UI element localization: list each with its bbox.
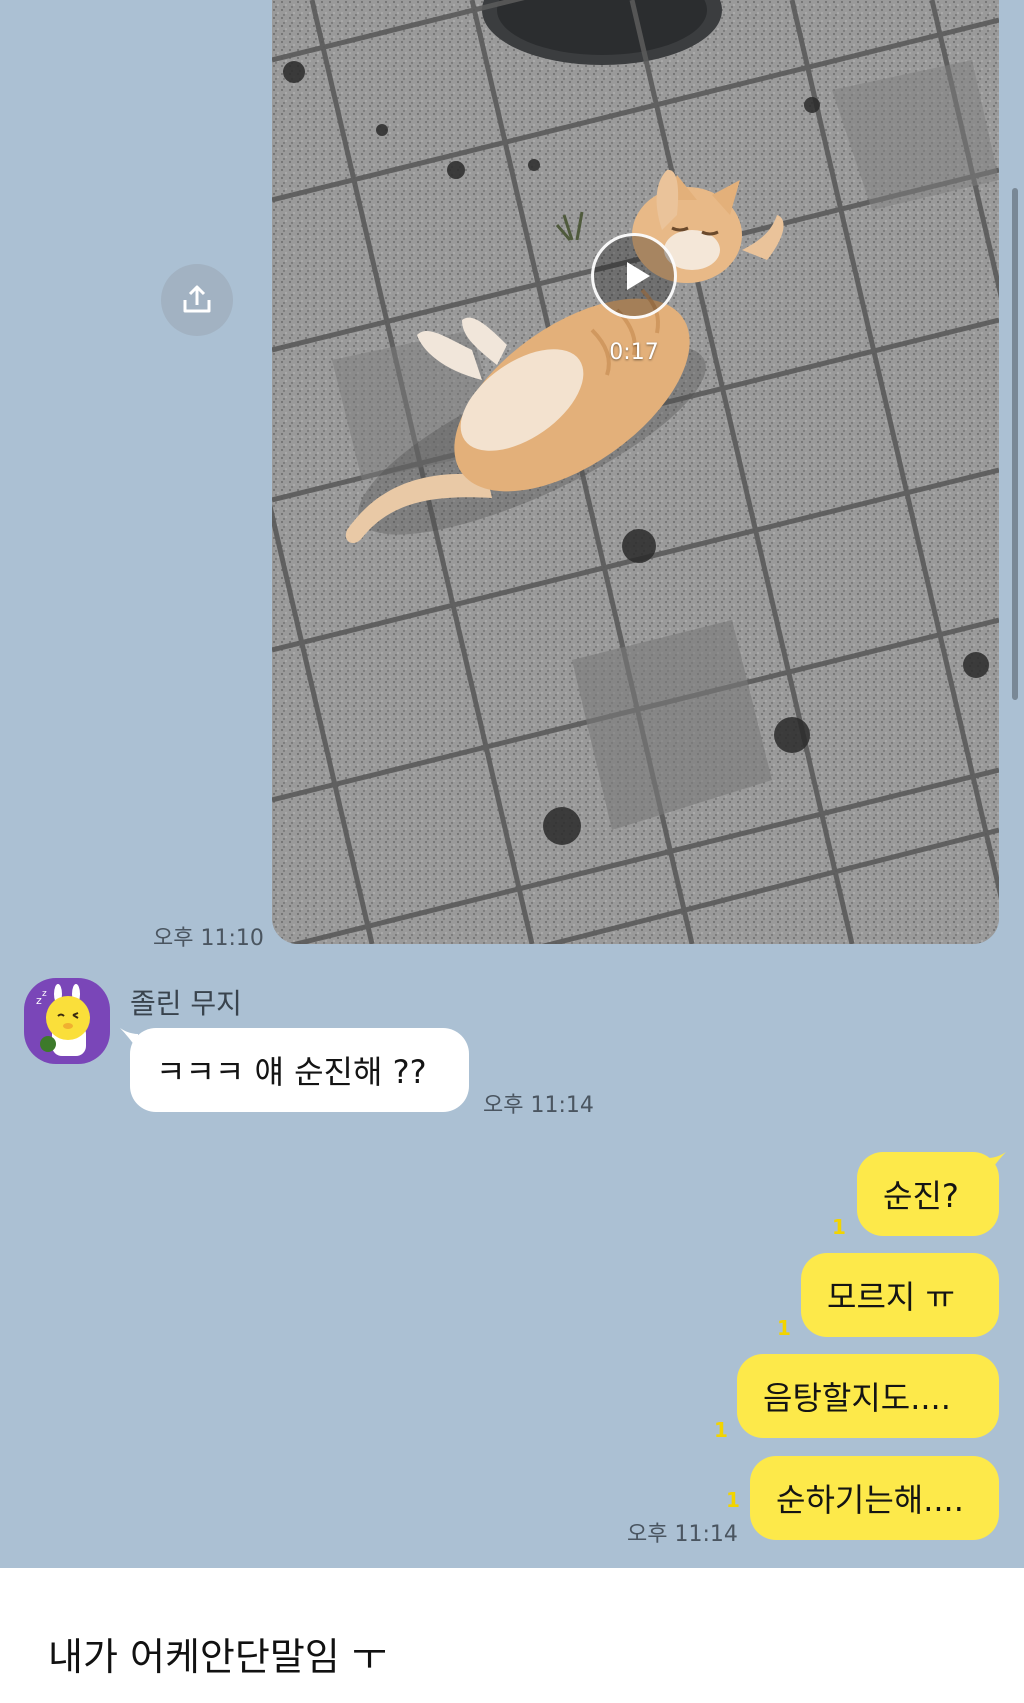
outgoing-message-text: 모르지 ㅠ: [827, 1278, 955, 1316]
outgoing-message-bubble[interactable]: 순진?: [857, 1152, 999, 1236]
video-thumbnail[interactable]: [272, 0, 999, 944]
share-button[interactable]: [161, 264, 233, 336]
incoming-message-time: 오후 11:14: [483, 1093, 594, 1118]
share-upload-icon: [183, 285, 211, 313]
unread-count: 1: [832, 1215, 846, 1239]
play-icon: [627, 262, 650, 290]
video-duration: 0:17: [609, 340, 659, 365]
outgoing-message-bubble[interactable]: 음탕할지도....: [737, 1354, 999, 1438]
outgoing-message-time: 오후 11:14: [627, 1522, 738, 1547]
unread-count: 1: [726, 1488, 740, 1512]
svg-text:z: z: [42, 989, 47, 999]
outgoing-message-bubble[interactable]: 순하기는해....: [750, 1456, 999, 1540]
outgoing-message-bubble[interactable]: 모르지 ㅠ: [801, 1253, 999, 1337]
avatar[interactable]: z z: [24, 978, 110, 1064]
cat-photo: [272, 0, 999, 944]
video-message-time: 오후 11:10: [153, 926, 264, 951]
outgoing-message-text: 순하기는해....: [776, 1481, 964, 1519]
incoming-message-bubble[interactable]: ㅋㅋㅋ 얘 순진해 ??: [130, 1028, 469, 1112]
outgoing-message-text: 음탕할지도....: [763, 1379, 951, 1417]
sender-name: 졸린 무지: [130, 987, 242, 1020]
scrollbar[interactable]: [1012, 188, 1018, 700]
play-button[interactable]: [591, 233, 677, 319]
muzi-character-icon: z z: [36, 984, 90, 1056]
incoming-message-text: ㅋㅋㅋ 얘 순진해 ??: [156, 1053, 427, 1091]
unread-count: 1: [777, 1316, 791, 1340]
unread-count: 1: [714, 1418, 728, 1442]
outgoing-message-text: 순진?: [883, 1177, 959, 1215]
caption-text: 내가 어케안단말임 ㅜ: [48, 1635, 387, 1679]
chat-room[interactable]: 0:17 오후 11:10 z z 졸린 무지 ㅋㅋㅋ 얘 순진해 ?? 오후 …: [0, 0, 1024, 1568]
